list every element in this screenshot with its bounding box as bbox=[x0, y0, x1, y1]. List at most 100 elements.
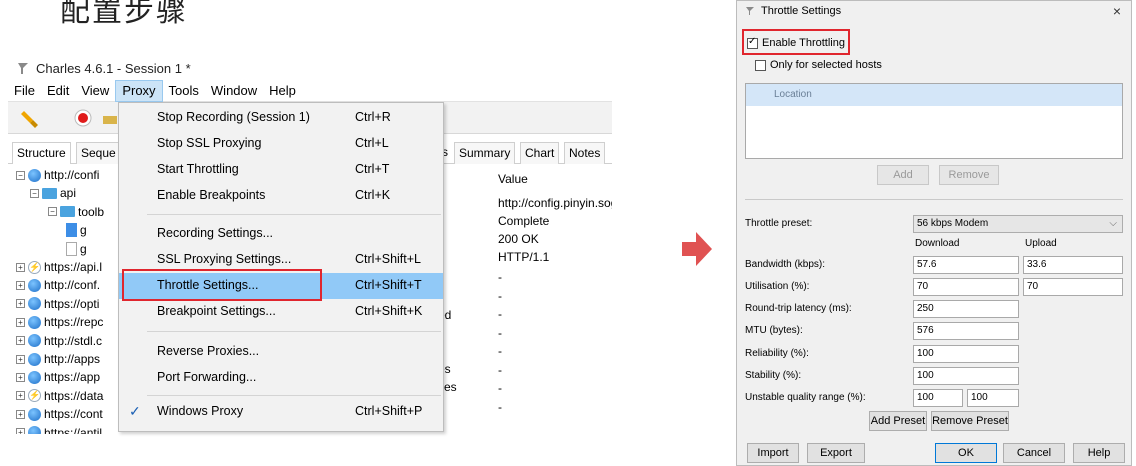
tree-item[interactable]: + https://antil bbox=[16, 424, 102, 434]
expand-icon[interactable]: + bbox=[16, 299, 25, 309]
collapse-icon[interactable]: − bbox=[48, 207, 57, 217]
throttle-preset-select[interactable]: 56 kbps Modem ⌵ bbox=[913, 215, 1123, 233]
detail-value: - bbox=[498, 325, 502, 340]
remove-button[interactable]: Remove bbox=[939, 165, 999, 185]
menu-item-windows-proxy[interactable]: ✓ Windows Proxy Ctrl+Shift+P bbox=[119, 399, 443, 425]
expand-icon[interactable]: + bbox=[16, 280, 25, 290]
expand-icon[interactable]: + bbox=[16, 336, 25, 346]
tree-item-label: http://apps bbox=[44, 352, 101, 366]
menu-item-enable-breakpoints[interactable]: Enable Breakpoints Ctrl+K bbox=[119, 183, 443, 209]
tree-item-label: toolb bbox=[78, 204, 105, 219]
reliability-input[interactable]: 100 bbox=[913, 345, 1019, 363]
expand-icon[interactable]: + bbox=[16, 372, 25, 382]
collapse-icon[interactable]: − bbox=[16, 170, 25, 180]
detail-header: Value bbox=[498, 172, 528, 186]
unstable-range-min-input[interactable]: 100 bbox=[913, 389, 963, 407]
tree-item-label: g bbox=[80, 241, 87, 256]
tree-item[interactable]: + https://opti bbox=[16, 295, 99, 313]
bandwidth-label: Bandwidth (kbps): bbox=[745, 259, 826, 270]
close-icon[interactable]: × bbox=[1113, 3, 1121, 19]
arrow-right-icon bbox=[682, 232, 712, 266]
tree-item[interactable]: + http://stdl.c bbox=[16, 332, 102, 350]
tree-item[interactable]: g bbox=[66, 221, 87, 239]
menu-window[interactable]: Window bbox=[205, 80, 263, 102]
remove-preset-button[interactable]: Remove Preset bbox=[931, 411, 1009, 431]
ok-button[interactable]: OK bbox=[935, 443, 997, 463]
globe-icon bbox=[28, 278, 41, 292]
latency-label: Round-trip latency (ms): bbox=[745, 303, 852, 314]
globe-icon bbox=[28, 334, 41, 348]
menu-item-breakpoint-settings[interactable]: Breakpoint Settings... Ctrl+Shift+K bbox=[119, 299, 443, 325]
tree-item[interactable]: + http://apps bbox=[16, 350, 100, 368]
record-icon[interactable] bbox=[72, 108, 94, 128]
tree-item[interactable]: − api bbox=[30, 184, 76, 202]
export-button[interactable]: Export bbox=[807, 443, 865, 463]
tree-item[interactable]: − toolb bbox=[48, 203, 104, 221]
tree-item-label: http://stdl.c bbox=[44, 333, 103, 348]
add-button[interactable]: Add bbox=[877, 165, 929, 185]
expand-icon[interactable]: + bbox=[16, 262, 25, 272]
menu-proxy[interactable]: Proxy bbox=[115, 79, 163, 102]
expand-icon[interactable]: + bbox=[16, 391, 25, 401]
menu-tools[interactable]: Tools bbox=[163, 80, 205, 102]
menu-help[interactable]: Help bbox=[263, 80, 302, 102]
tree-item[interactable]: + ⚡ https://data bbox=[16, 387, 103, 405]
dialog-titlebar: Throttle Settings bbox=[745, 5, 841, 17]
tree-item-label: https://cont bbox=[44, 407, 103, 422]
tree-item-label: g bbox=[80, 223, 87, 238]
throttle-settings-dialog: Throttle Settings × Enable Throttling On… bbox=[736, 0, 1132, 466]
tree-item[interactable]: + ⚡ https://api.l bbox=[16, 258, 102, 276]
help-button[interactable]: Help bbox=[1073, 443, 1125, 463]
tab-summary[interactable]: Summary bbox=[454, 142, 516, 164]
tree-item[interactable]: g bbox=[66, 240, 87, 258]
tree-item[interactable]: + https://repc bbox=[16, 313, 103, 331]
file-icon bbox=[66, 241, 77, 256]
location-list[interactable]: Location bbox=[745, 83, 1123, 159]
tree-item[interactable]: + http://conf. bbox=[16, 276, 100, 294]
tab-chart[interactable]: Chart bbox=[520, 142, 560, 164]
tree-item-label: https://api.l bbox=[44, 260, 103, 274]
only-selected-hosts-checkbox[interactable]: Only for selected hosts bbox=[755, 59, 882, 71]
detail-value: - bbox=[498, 288, 502, 303]
upload-column-header: Upload bbox=[1025, 238, 1057, 249]
stability-input[interactable]: 100 bbox=[913, 367, 1019, 385]
tree-item[interactable]: + https://cont bbox=[16, 405, 103, 423]
folder-icon bbox=[42, 187, 57, 199]
menu-bar: File Edit View Proxy Tools Window Help bbox=[8, 79, 612, 102]
chevron-down-icon: ⌵ bbox=[1109, 218, 1117, 229]
tree-item-label: http://conf. bbox=[44, 278, 101, 293]
menu-edit[interactable]: Edit bbox=[41, 80, 75, 102]
import-button[interactable]: Import bbox=[747, 443, 799, 463]
menu-item-start-throttling[interactable]: Start Throttling Ctrl+T bbox=[119, 157, 443, 183]
cancel-button[interactable]: Cancel bbox=[1003, 443, 1065, 463]
menu-item-recording-settings[interactable]: Recording Settings... bbox=[119, 221, 443, 247]
expand-icon[interactable]: + bbox=[16, 409, 25, 419]
bandwidth-download-input[interactable]: 57.6 bbox=[913, 256, 1019, 274]
mtu-input[interactable]: 576 bbox=[913, 322, 1019, 340]
collapse-icon[interactable]: − bbox=[30, 188, 39, 198]
menu-item-stop-ssl[interactable]: Stop SSL Proxying Ctrl+L bbox=[119, 131, 443, 157]
utilisation-upload-input[interactable]: 70 bbox=[1023, 278, 1123, 296]
add-preset-button[interactable]: Add Preset bbox=[869, 411, 927, 431]
menu-item-reverse-proxies[interactable]: Reverse Proxies... bbox=[119, 339, 443, 365]
tab-notes[interactable]: Notes bbox=[564, 142, 606, 164]
tab-sequence[interactable]: Seque bbox=[76, 142, 121, 164]
tree-item[interactable]: − http://confi bbox=[16, 166, 99, 184]
expand-icon[interactable]: + bbox=[16, 317, 25, 327]
broom-icon[interactable] bbox=[20, 108, 42, 128]
tree-item[interactable]: + https://app bbox=[16, 368, 100, 386]
menu-item-port-forwarding[interactable]: Port Forwarding... bbox=[119, 365, 443, 391]
menu-view[interactable]: View bbox=[75, 80, 115, 102]
expand-icon[interactable]: + bbox=[16, 428, 25, 434]
unstable-range-max-input[interactable]: 100 bbox=[967, 389, 1019, 407]
utilisation-download-input[interactable]: 70 bbox=[913, 278, 1019, 296]
lightning-icon: ⚡ bbox=[28, 389, 41, 403]
bandwidth-upload-input[interactable]: 33.6 bbox=[1023, 256, 1123, 274]
expand-icon[interactable]: + bbox=[16, 354, 25, 364]
menu-item-stop-recording[interactable]: Stop Recording (Session 1) Ctrl+R bbox=[119, 105, 443, 131]
tab-structure[interactable]: Structure bbox=[12, 142, 71, 164]
latency-input[interactable]: 250 bbox=[913, 300, 1019, 318]
globe-icon bbox=[28, 315, 41, 329]
menu-file[interactable]: File bbox=[8, 80, 41, 102]
highlight-box bbox=[742, 29, 850, 55]
